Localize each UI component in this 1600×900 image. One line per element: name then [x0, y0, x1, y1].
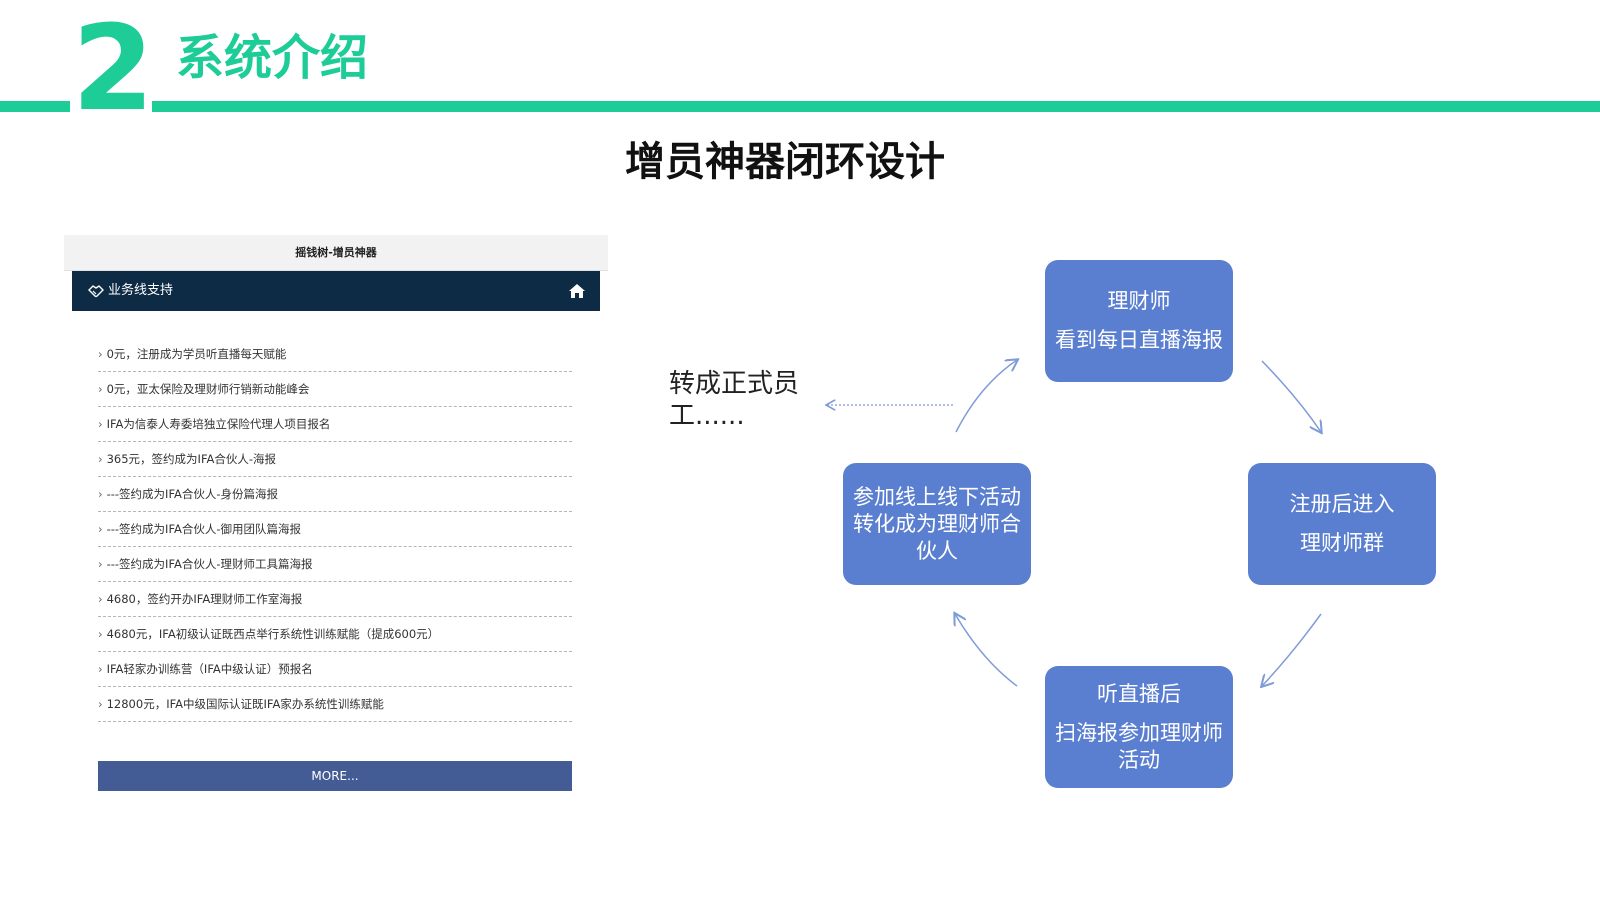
list-item[interactable]: › 365元，签约成为IFA合伙人-海报: [98, 442, 572, 477]
handshake-icon: [88, 285, 104, 298]
section-title: 系统介绍: [176, 30, 369, 86]
diagram-node-top: 理财师 看到每日直播海报: [1045, 260, 1233, 382]
chevron-right-icon: ›: [98, 452, 103, 466]
diagram-node-left: 参加线上线下活动转化成为理财师合伙人: [843, 463, 1031, 585]
page-title: 增员神器闭环设计: [625, 139, 945, 185]
chevron-right-icon: ›: [98, 592, 103, 606]
chevron-right-icon: ›: [98, 627, 103, 641]
list-item[interactable]: › 12800元，IFA中级国际认证既IFA家办系统性训练赋能: [98, 687, 572, 722]
chevron-right-icon: ›: [98, 382, 103, 396]
list-item[interactable]: › 4680元，IFA初级认证既西点举行系统性训练赋能（提成600元）: [98, 617, 572, 652]
section-number: 2: [70, 0, 154, 137]
diagram-node-bottom: 听直播后 扫海报参加理财师活动: [1045, 666, 1233, 788]
arrow-bottom-to-left: [955, 614, 1018, 687]
more-button[interactable]: MORE...: [98, 761, 572, 791]
chevron-right-icon: ›: [98, 347, 103, 361]
phone-page-title: 摇钱树-增员神器: [64, 235, 608, 271]
side-text: 转成正式员工......: [669, 369, 800, 431]
chevron-right-icon: ›: [98, 662, 103, 676]
list-item[interactable]: › 4680，签约开办IFA理财师工作室海报: [98, 582, 572, 617]
list-item[interactable]: › IFA轻家办训练营（IFA中级认证）预报名: [98, 652, 572, 687]
list-item[interactable]: › ---签约成为IFA合伙人-御用团队篇海报: [98, 512, 572, 547]
arrow-top-to-right: [1261, 360, 1321, 432]
chevron-right-icon: ›: [98, 557, 103, 571]
phone-menu-list: › 0元，注册成为学员听直播每天赋能 › 0元，亚太保险及理财师行销新动能峰会 › I…: [98, 337, 572, 722]
list-item[interactable]: › ---签约成为IFA合伙人-身份篇海报: [98, 477, 572, 512]
diagram-node-right: 注册后进入 理财师群: [1248, 463, 1436, 585]
arrow-right-to-bottom: [1262, 613, 1322, 686]
home-icon[interactable]: [568, 283, 586, 299]
list-item[interactable]: › 0元，亚太保险及理财师行销新动能峰会: [98, 372, 572, 407]
list-item[interactable]: › IFA为信泰人寿委培独立保险代理人项目报名: [98, 407, 572, 442]
nav-label: 业务线支持: [108, 283, 174, 298]
chevron-right-icon: ›: [98, 522, 103, 536]
phone-nav-bar: 业务线支持: [72, 271, 600, 311]
header-accent-bar: [0, 101, 1600, 112]
chevron-right-icon: ›: [98, 697, 103, 711]
arrow-left-to-top: [955, 360, 1017, 433]
chevron-right-icon: ›: [98, 417, 103, 431]
list-item[interactable]: › 0元，注册成为学员听直播每天赋能: [98, 337, 572, 372]
chevron-right-icon: ›: [98, 487, 103, 501]
list-item[interactable]: › ---签约成为IFA合伙人-理财师工具篇海报: [98, 547, 572, 582]
